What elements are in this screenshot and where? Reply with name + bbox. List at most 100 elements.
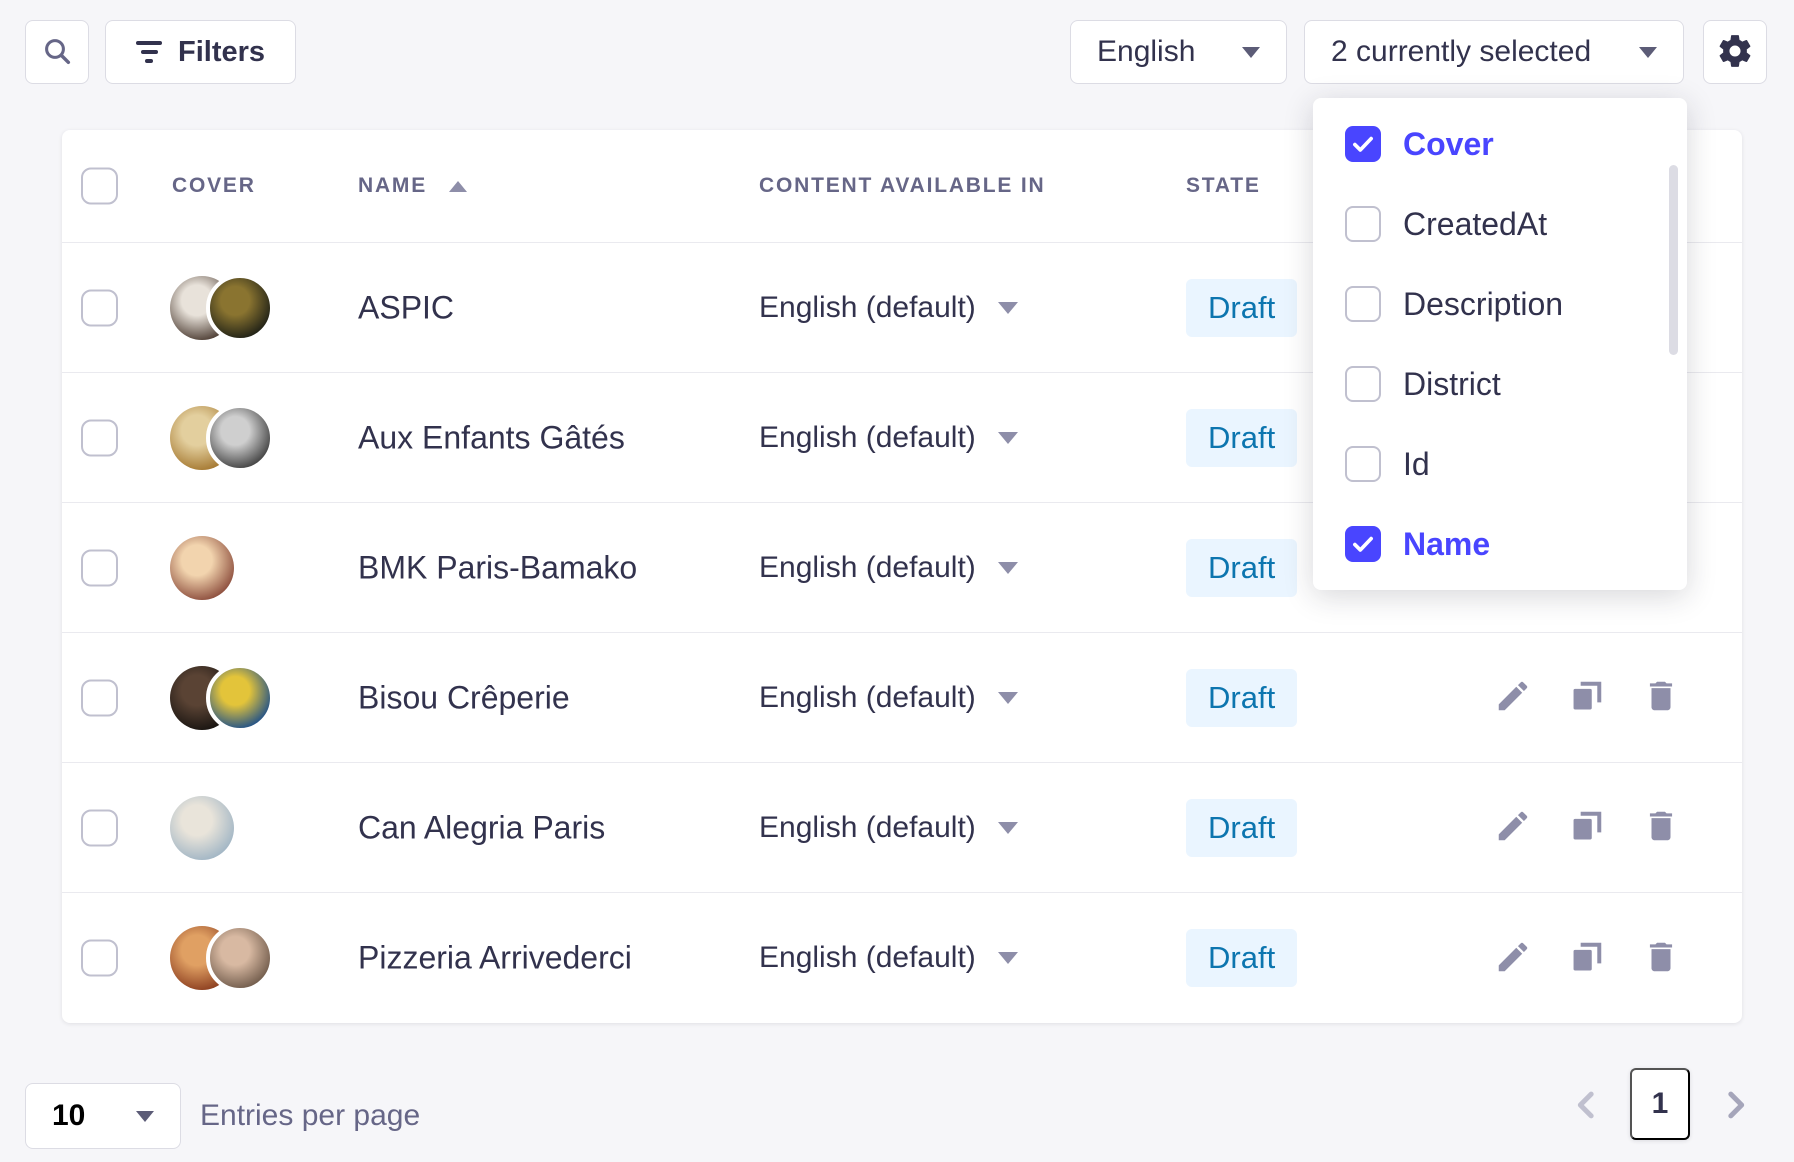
entries-per-page-label: Entries per page xyxy=(200,1083,420,1149)
duplicate-button[interactable] xyxy=(1565,676,1609,720)
cover-avatar-group xyxy=(170,924,274,992)
row-actions xyxy=(1491,763,1683,892)
locale-cell[interactable]: English (default) xyxy=(759,681,1018,715)
columns-select-value: 2 currently selected xyxy=(1331,35,1591,69)
locale-value: English (default) xyxy=(759,811,976,845)
duplicate-button[interactable] xyxy=(1565,806,1609,850)
cover-avatar xyxy=(206,924,274,992)
chevron-down-icon xyxy=(998,692,1018,704)
chevron-left-icon xyxy=(1567,1085,1607,1128)
filters-button-label: Filters xyxy=(178,36,265,69)
search-icon xyxy=(41,35,73,70)
row-checkbox[interactable] xyxy=(81,549,118,586)
status-badge: Draft xyxy=(1186,279,1297,337)
cover-avatar xyxy=(206,664,274,732)
trash-icon xyxy=(1642,677,1680,718)
entry-name: Bisou Crêperie xyxy=(358,679,570,716)
checkbox xyxy=(1345,286,1381,322)
delete-button[interactable] xyxy=(1639,806,1683,850)
chevron-down-icon xyxy=(998,822,1018,834)
locale-cell[interactable]: English (default) xyxy=(759,421,1018,455)
chevron-down-icon xyxy=(998,952,1018,964)
chevron-down-icon xyxy=(998,432,1018,444)
columns-select[interactable]: 2 currently selected xyxy=(1304,20,1684,84)
cover-avatar-group xyxy=(170,536,234,600)
row-checkbox[interactable] xyxy=(81,940,118,977)
cover-avatar xyxy=(170,796,234,860)
row-checkbox[interactable] xyxy=(81,419,118,456)
duplicate-button[interactable] xyxy=(1565,936,1609,980)
header-cover: COVER xyxy=(172,174,256,198)
checkbox xyxy=(1345,206,1381,242)
column-option[interactable]: Cover xyxy=(1313,104,1687,184)
edit-button[interactable] xyxy=(1491,936,1535,980)
locale-value: English (default) xyxy=(759,941,976,975)
page-number-button[interactable]: 1 xyxy=(1630,1068,1690,1140)
page-size-select[interactable]: 10 xyxy=(25,1083,181,1149)
chevron-down-icon xyxy=(998,562,1018,574)
locale-select-value: English xyxy=(1097,35,1195,69)
row-checkbox[interactable] xyxy=(81,809,118,846)
status-badge: Draft xyxy=(1186,929,1297,987)
locale-value: English (default) xyxy=(759,291,976,325)
duplicate-icon xyxy=(1568,938,1606,979)
column-option-label: CreatedAt xyxy=(1403,206,1547,243)
edit-button[interactable] xyxy=(1491,676,1535,720)
locale-value: English (default) xyxy=(759,551,976,585)
trash-icon xyxy=(1642,807,1680,848)
edit-button[interactable] xyxy=(1491,806,1535,850)
entry-name: Pizzeria Arrivederci xyxy=(358,940,632,977)
dropdown-scrollbar[interactable] xyxy=(1669,165,1678,355)
duplicate-icon xyxy=(1568,677,1606,718)
column-option-label: District xyxy=(1403,366,1501,403)
column-option[interactable]: CreatedAt xyxy=(1313,184,1687,264)
locale-cell[interactable]: English (default) xyxy=(759,291,1018,325)
row-actions xyxy=(1491,633,1683,762)
delete-button[interactable] xyxy=(1639,676,1683,720)
pencil-icon xyxy=(1494,677,1532,718)
cover-avatar-group xyxy=(170,664,274,732)
column-option-label: Id xyxy=(1403,446,1430,483)
column-option[interactable]: Name xyxy=(1313,504,1687,584)
column-option[interactable]: Description xyxy=(1313,264,1687,344)
header-name[interactable]: NAME xyxy=(358,174,467,198)
header-state: STATE xyxy=(1186,174,1261,198)
sort-ascending-icon xyxy=(449,181,467,192)
pencil-icon xyxy=(1494,938,1532,979)
chevron-right-icon xyxy=(1715,1085,1755,1128)
select-all-checkbox[interactable] xyxy=(81,168,118,205)
column-option[interactable]: Id xyxy=(1313,424,1687,504)
settings-button[interactable] xyxy=(1703,20,1767,84)
locale-cell[interactable]: English (default) xyxy=(759,551,1018,585)
column-option-label: Name xyxy=(1403,526,1490,563)
checkbox xyxy=(1345,126,1381,162)
cover-avatar xyxy=(170,536,234,600)
locale-cell[interactable]: English (default) xyxy=(759,941,1018,975)
locale-value: English (default) xyxy=(759,421,976,455)
cover-avatar-group xyxy=(170,274,274,342)
column-option[interactable]: District xyxy=(1313,344,1687,424)
previous-page-button[interactable] xyxy=(1565,1084,1609,1128)
status-badge: Draft xyxy=(1186,409,1297,467)
status-badge: Draft xyxy=(1186,539,1297,597)
chevron-down-icon xyxy=(136,1111,154,1122)
delete-button[interactable] xyxy=(1639,936,1683,980)
locale-cell[interactable]: English (default) xyxy=(759,811,1018,845)
filters-button[interactable]: Filters xyxy=(105,20,296,84)
status-badge: Draft xyxy=(1186,799,1297,857)
header-content-available-in: CONTENT AVAILABLE IN xyxy=(759,174,1045,198)
locale-select[interactable]: English xyxy=(1070,20,1287,84)
cover-avatar-group xyxy=(170,404,274,472)
cover-avatar-group xyxy=(170,796,234,860)
checkbox xyxy=(1345,446,1381,482)
row-checkbox[interactable] xyxy=(81,289,118,326)
column-settings-dropdown: Cover CreatedAt Description District xyxy=(1313,98,1687,590)
next-page-button[interactable] xyxy=(1713,1084,1757,1128)
row-checkbox[interactable] xyxy=(81,679,118,716)
cover-avatar xyxy=(206,274,274,342)
column-option-label: Description xyxy=(1403,286,1563,323)
duplicate-icon xyxy=(1568,807,1606,848)
search-button[interactable] xyxy=(25,20,89,84)
page-number: 1 xyxy=(1652,1087,1669,1121)
pencil-icon xyxy=(1494,807,1532,848)
